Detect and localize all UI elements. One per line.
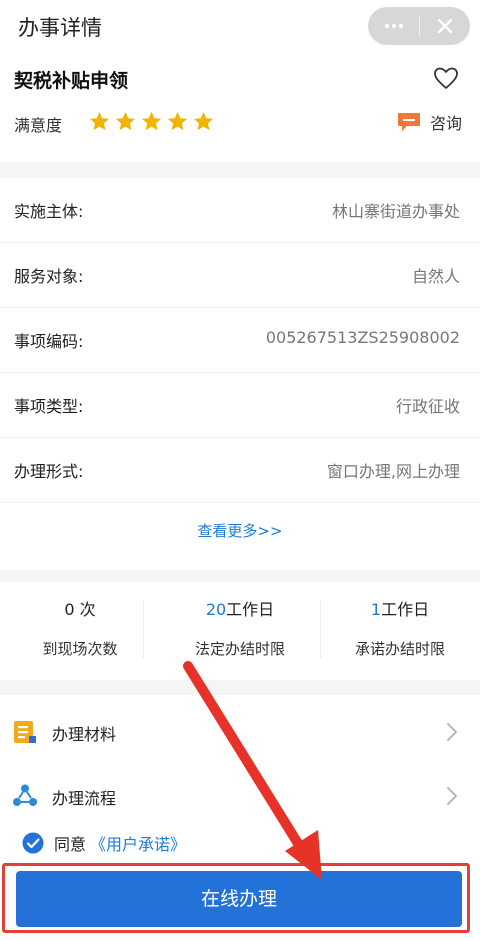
- detail-value: 自然人: [411, 267, 460, 286]
- process-row[interactable]: 办理流程: [0, 763, 480, 827]
- process-label: 办理流程: [52, 789, 117, 808]
- chat-bubble-icon: [397, 113, 420, 131]
- page: 办事详情 契税补贴申领 满意度 咨询 实施主体: 林山寨街道办事处 服务对象: …: [0, 0, 480, 940]
- service-title: 契税补贴申领: [14, 70, 129, 92]
- stat-value: 20工作日: [160, 596, 320, 620]
- check-circle-icon[interactable]: [22, 832, 44, 854]
- detail-label: 实施主体:: [14, 202, 84, 221]
- page-title: 办事详情: [18, 16, 102, 40]
- more-dots-icon[interactable]: [382, 15, 406, 37]
- detail-label: 事项编码:: [14, 332, 84, 351]
- star-icon: [115, 111, 136, 131]
- capsule-divider: [419, 16, 420, 36]
- stat-unit: 工作日: [381, 600, 430, 619]
- star-icon: [89, 111, 110, 131]
- detail-label: 服务对象:: [14, 267, 84, 286]
- detail-value: 005267513ZS25908002: [265, 328, 460, 347]
- star-icon: [193, 111, 214, 131]
- stat-number: 20: [205, 600, 227, 619]
- service-summary-card: 契税补贴申领 满意度 咨询: [0, 52, 480, 162]
- detail-label: 事项类型:: [14, 397, 84, 416]
- mini-program-capsule: [368, 7, 470, 45]
- header-bar: 办事详情: [0, 0, 480, 52]
- detail-label: 办理形式:: [14, 462, 84, 481]
- detail-row: 实施主体: 林山寨街道办事处: [0, 178, 480, 243]
- stat-number: 1: [370, 600, 382, 619]
- consult-label: 咨询: [429, 114, 462, 133]
- document-icon: [14, 721, 36, 743]
- star-icon: [141, 111, 162, 131]
- materials-row[interactable]: 办理材料: [0, 699, 480, 763]
- close-icon[interactable]: [434, 15, 456, 37]
- stat-visits: 0 次 到现场次数: [0, 582, 160, 680]
- chevron-right-icon: [447, 787, 458, 805]
- detail-value: 窗口办理,网上办理: [326, 462, 460, 481]
- consult-button[interactable]: 咨询: [396, 110, 462, 134]
- stat-caption: 到现场次数: [42, 640, 118, 658]
- row-divider: [0, 502, 480, 503]
- stat-unit: 次: [74, 600, 96, 619]
- detail-row: 事项编码: 005267513ZS25908002: [0, 308, 480, 373]
- detail-row: 服务对象: 自然人: [0, 243, 480, 308]
- stat-number: 0: [64, 600, 75, 619]
- view-more-link[interactable]: 查看更多>>: [0, 520, 480, 541]
- star-icon: [167, 111, 188, 131]
- chevron-right-icon: [447, 723, 458, 741]
- detail-value: 林山寨街道办事处: [331, 202, 460, 221]
- stat-value: 0 次: [0, 596, 160, 620]
- materials-label: 办理材料: [52, 725, 117, 744]
- flow-icon: [13, 784, 37, 806]
- heart-icon[interactable]: [432, 64, 460, 92]
- stat-value: 1工作日: [320, 596, 480, 620]
- user-commitment-link[interactable]: 《用户承诺》: [90, 831, 186, 855]
- agreement-row: 同意 《用户承诺》: [22, 831, 186, 855]
- stat-divider: [143, 600, 144, 658]
- online-apply-button[interactable]: 在线办理: [16, 871, 462, 927]
- satisfaction-label: 满意度: [14, 116, 63, 135]
- stat-unit: 工作日: [226, 600, 275, 619]
- detail-row: 事项类型: 行政征收: [0, 373, 480, 438]
- stat-caption: 法定办结时限: [194, 640, 285, 658]
- stat-legal-limit: 20工作日 法定办结时限: [160, 582, 320, 680]
- stat-caption: 承诺办结时限: [354, 640, 445, 658]
- agree-text: 同意: [54, 835, 87, 854]
- detail-list: 实施主体: 林山寨街道办事处 服务对象: 自然人 事项编码: 005267513…: [0, 178, 480, 570]
- time-stats: 0 次 到现场次数 20工作日 法定办结时限 1工作日 承诺办结时限: [0, 582, 480, 680]
- detail-value: 行政征收: [395, 397, 460, 416]
- detail-row: 办理形式: 窗口办理,网上办理: [0, 438, 480, 503]
- satisfaction-stars: [88, 110, 215, 134]
- stat-promised-limit: 1工作日 承诺办结时限: [320, 582, 480, 680]
